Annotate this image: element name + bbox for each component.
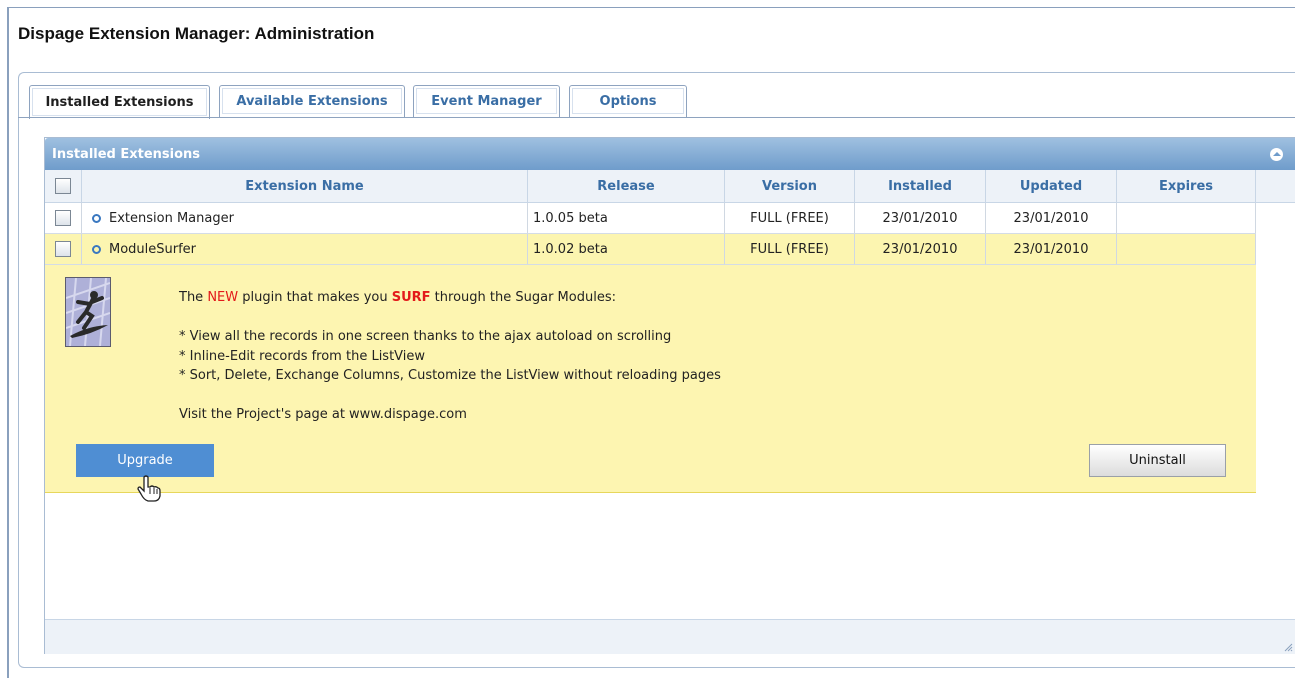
surfer-thumbnail <box>65 277 111 347</box>
column-header-installed[interactable]: Installed <box>855 170 986 202</box>
extension-name[interactable]: Extension Manager <box>109 211 234 226</box>
column-header-version[interactable]: Version <box>725 170 855 202</box>
project-link-text: Visit the Project's page at www.dispage.… <box>179 407 467 422</box>
tab-installed-extensions[interactable]: Installed Extensions <box>29 85 210 119</box>
row-checkbox[interactable] <box>55 210 71 226</box>
extension-detail-panel: The NEW plugin that makes you SURF throu… <box>45 265 1256 502</box>
uninstall-button[interactable]: Uninstall <box>1089 444 1226 477</box>
installed-cell: 23/01/2010 <box>855 234 986 264</box>
updated-cell: 23/01/2010 <box>986 234 1117 264</box>
page-title: Dispage Extension Manager: Administratio… <box>18 24 375 43</box>
version-cell: FULL (FREE) <box>725 234 855 264</box>
release-cell: 1.0.05 beta <box>528 203 725 233</box>
version-cell: FULL (FREE) <box>725 203 855 233</box>
resize-grip-icon[interactable] <box>1283 642 1293 652</box>
new-highlight: NEW <box>207 290 239 305</box>
extension-name-cell: ModuleSurfer <box>82 234 528 264</box>
panel-title: Installed Extensions <box>52 147 201 162</box>
upgrade-button[interactable]: Upgrade <box>76 444 214 477</box>
expires-cell <box>1117 234 1256 264</box>
updated-cell: 23/01/2010 <box>986 203 1117 233</box>
tab-event-manager[interactable]: Event Manager <box>413 85 560 117</box>
collapse-icon[interactable] <box>1270 148 1283 161</box>
column-header-updated[interactable]: Updated <box>986 170 1117 202</box>
feature-line: * View all the records in one screen tha… <box>179 329 672 344</box>
tab-options[interactable]: Options <box>569 85 687 117</box>
column-header-release[interactable]: Release <box>528 170 725 202</box>
row-select-cell <box>45 203 82 233</box>
bullet-icon <box>92 244 101 254</box>
panel-header: Installed Extensions <box>45 138 1295 170</box>
extension-description: The NEW plugin that makes you SURF throu… <box>179 288 721 425</box>
extension-name[interactable]: ModuleSurfer <box>109 242 196 257</box>
tab-divider <box>18 117 1295 118</box>
select-all-checkbox[interactable] <box>55 178 71 194</box>
table-header: Extension Name Release Version Installed… <box>45 170 1295 203</box>
hand-cursor-icon <box>137 475 161 502</box>
surf-highlight: SURF <box>391 290 431 305</box>
feature-line: * Sort, Delete, Exchange Columns, Custom… <box>179 368 721 383</box>
installed-extensions-panel: Installed Extensions Extension Name Rele… <box>44 137 1295 654</box>
extension-name-cell: Extension Manager <box>82 203 528 233</box>
bullet-icon <box>92 213 101 223</box>
column-header-expires[interactable]: Expires <box>1117 170 1256 202</box>
column-header-name[interactable]: Extension Name <box>82 170 528 202</box>
table-row-selected[interactable]: ModuleSurfer 1.0.02 beta FULL (FREE) 23/… <box>45 234 1256 265</box>
row-checkbox[interactable] <box>55 241 71 257</box>
expires-cell <box>1117 203 1256 233</box>
select-all-cell <box>45 170 82 202</box>
installed-cell: 23/01/2010 <box>855 203 986 233</box>
feature-line: * Inline-Edit records from the ListView <box>179 348 426 364</box>
tab-available-extensions[interactable]: Available Extensions <box>219 85 405 117</box>
table-row[interactable]: Extension Manager 1.0.05 beta FULL (FREE… <box>45 203 1256 234</box>
panel-footer <box>45 619 1295 654</box>
release-cell: 1.0.02 beta <box>528 234 725 264</box>
description-intro: The NEW plugin that makes you SURF throu… <box>179 290 616 305</box>
row-select-cell <box>45 234 82 264</box>
